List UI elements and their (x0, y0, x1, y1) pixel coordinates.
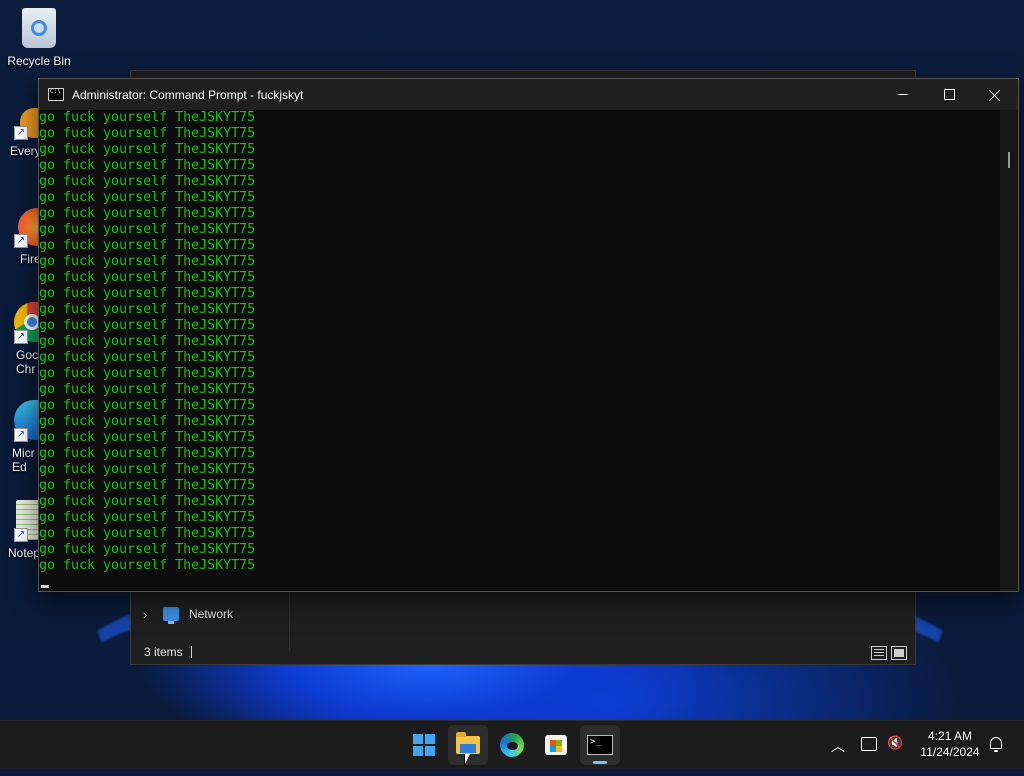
mouse-pointer-icon (464, 754, 470, 766)
item-count: 3 items (144, 645, 183, 659)
terminal-icon (587, 735, 613, 755)
system-clock[interactable]: 4:21 AM 11/24/2024 (912, 728, 988, 760)
console-line: go fuck yourself TheJSKYT75 (39, 222, 256, 237)
notifications-bell-icon[interactable] (989, 737, 1003, 752)
large-icons-view-button[interactable] (891, 646, 907, 660)
console-line: go fuck yourself TheJSKYT75 (39, 254, 256, 269)
taskbar-edge[interactable] (492, 725, 532, 765)
google-chrome-icon: ↗ (14, 302, 40, 344)
console-output[interactable]: go fuck yourself TheJSKYT75 go fuck yours… (39, 110, 999, 591)
pane-divider (289, 591, 290, 651)
console-line: go fuck yourself TheJSKYT75 (39, 174, 256, 189)
desktop-icon-label: Micr Ed (12, 446, 35, 474)
start-button[interactable] (404, 725, 444, 765)
console-line: go fuck yourself TheJSKYT75 (39, 158, 256, 173)
console-line: go fuck yourself TheJSKYT75 (39, 398, 256, 413)
firefox-icon: ↗ (14, 208, 40, 248)
file-explorer-icon (456, 732, 480, 754)
show-hidden-icons-chevron-icon[interactable]: ︿ (831, 736, 845, 755)
clock-time: 4:21 AM (927, 729, 973, 743)
console-line: go fuck yourself TheJSKYT75 (39, 526, 256, 541)
minimize-button[interactable] (880, 79, 926, 110)
console-line: go fuck yourself TheJSKYT75 (39, 126, 256, 141)
desktop-icon-firefox[interactable]: ↗ Fire (0, 208, 41, 266)
everything-icon: ↗ (14, 108, 40, 140)
console-line: go fuck yourself TheJSKYT75 (39, 190, 256, 205)
console-line: go fuck yourself TheJSKYT75 (39, 350, 256, 365)
desktop-icon-label: Recycle Bin (7, 54, 71, 68)
console-line: go fuck yourself TheJSKYT75 (39, 430, 256, 445)
desktop-icon-chrome[interactable]: ↗ Goc Chr (0, 302, 40, 376)
shortcut-arrow-icon: ↗ (14, 528, 28, 542)
edge-icon (500, 733, 524, 757)
windows-logo-icon (413, 734, 435, 756)
running-indicator (593, 761, 607, 764)
command-prompt-window[interactable]: Administrator: Command Prompt - fuckjsky… (38, 78, 1019, 592)
shortcut-arrow-icon: ↗ (14, 234, 28, 248)
maximize-icon (943, 89, 955, 100)
scrollbar-thumb[interactable] (1008, 152, 1010, 168)
console-line: go fuck yourself TheJSKYT75 (39, 238, 256, 253)
shortcut-arrow-icon: ↗ (14, 126, 28, 140)
shortcut-arrow-icon: ↗ (14, 428, 28, 442)
console-line: go fuck yourself TheJSKYT75 (39, 302, 256, 317)
details-view-button[interactable] (871, 646, 887, 660)
clock-date: 11/24/2024 (920, 745, 980, 759)
desktop-icon-edge[interactable]: ↗ Micr Ed (0, 400, 40, 474)
vertical-scrollbar[interactable] (1000, 110, 1018, 591)
network-status-icon[interactable] (861, 737, 877, 751)
window-title: Administrator: Command Prompt - fuckjsky… (72, 87, 304, 102)
notepad-icon: ↗ (14, 500, 40, 542)
status-separator (190, 646, 192, 658)
console-line: go fuck yourself TheJSKYT75 (39, 462, 256, 477)
recycle-bin-icon (22, 8, 56, 48)
desktop-icon-label: Notep (8, 546, 41, 560)
console-line: go fuck yourself TheJSKYT75 (39, 270, 256, 285)
console-line: go fuck yourself TheJSKYT75 (39, 382, 256, 397)
console-line: go fuck yourself TheJSKYT75 (39, 142, 256, 157)
desktop-icon-label: Every (10, 144, 41, 158)
desktop-icon-label: Fire (20, 252, 41, 266)
status-bar: 3 items (144, 644, 192, 660)
volume-muted-icon[interactable]: 🔇 (887, 736, 903, 752)
console-line: go fuck yourself TheJSKYT75 (39, 366, 256, 381)
console-line: go fuck yourself TheJSKYT75 (39, 110, 256, 125)
taskbar-microsoft-store[interactable] (536, 725, 576, 765)
title-bar[interactable]: Administrator: Command Prompt - fuckjsky… (39, 79, 1018, 110)
text-cursor (41, 585, 49, 588)
minimize-icon (898, 94, 908, 95)
shortcut-arrow-icon: ↗ (14, 330, 28, 344)
console-line: go fuck yourself TheJSKYT75 (39, 446, 256, 461)
nav-item-label: Network (189, 607, 234, 621)
command-prompt-icon (48, 88, 64, 101)
microsoft-edge-icon: ↗ (14, 400, 40, 442)
close-button[interactable] (972, 79, 1018, 110)
console-line: go fuck yourself TheJSKYT75 (39, 286, 256, 301)
console-line: go fuck yourself TheJSKYT75 (39, 414, 256, 429)
microsoft-store-icon (545, 735, 567, 755)
maximize-button[interactable] (926, 79, 972, 110)
desktop-icon-notepad[interactable]: ↗ Notep (0, 500, 40, 560)
console-line: go fuck yourself TheJSKYT75 (39, 558, 256, 573)
taskbar-terminal[interactable] (580, 725, 620, 765)
desktop-icon-label: Goc Chr (16, 348, 39, 376)
nav-pane-item-network[interactable]: › Network (143, 603, 233, 625)
console-line: go fuck yourself TheJSKYT75 (39, 206, 256, 221)
taskbar: ︿ 🔇 4:21 AM 11/24/2024 (0, 720, 1024, 769)
console-line: go fuck yourself TheJSKYT75 (39, 334, 256, 349)
console-line: go fuck yourself TheJSKYT75 (39, 478, 256, 493)
console-line: go fuck yourself TheJSKYT75 (39, 318, 256, 333)
chevron-right-icon[interactable]: › (143, 607, 153, 622)
close-icon (989, 89, 1001, 101)
console-line: go fuck yourself TheJSKYT75 (39, 542, 256, 557)
console-line: go fuck yourself TheJSKYT75 (39, 510, 256, 525)
network-icon (163, 607, 179, 624)
desktop-icon-recycle-bin[interactable]: Recycle Bin (2, 8, 76, 68)
console-line: go fuck yourself TheJSKYT75 (39, 494, 256, 509)
desktop-icon-everything[interactable]: ↗ Every (0, 108, 41, 158)
